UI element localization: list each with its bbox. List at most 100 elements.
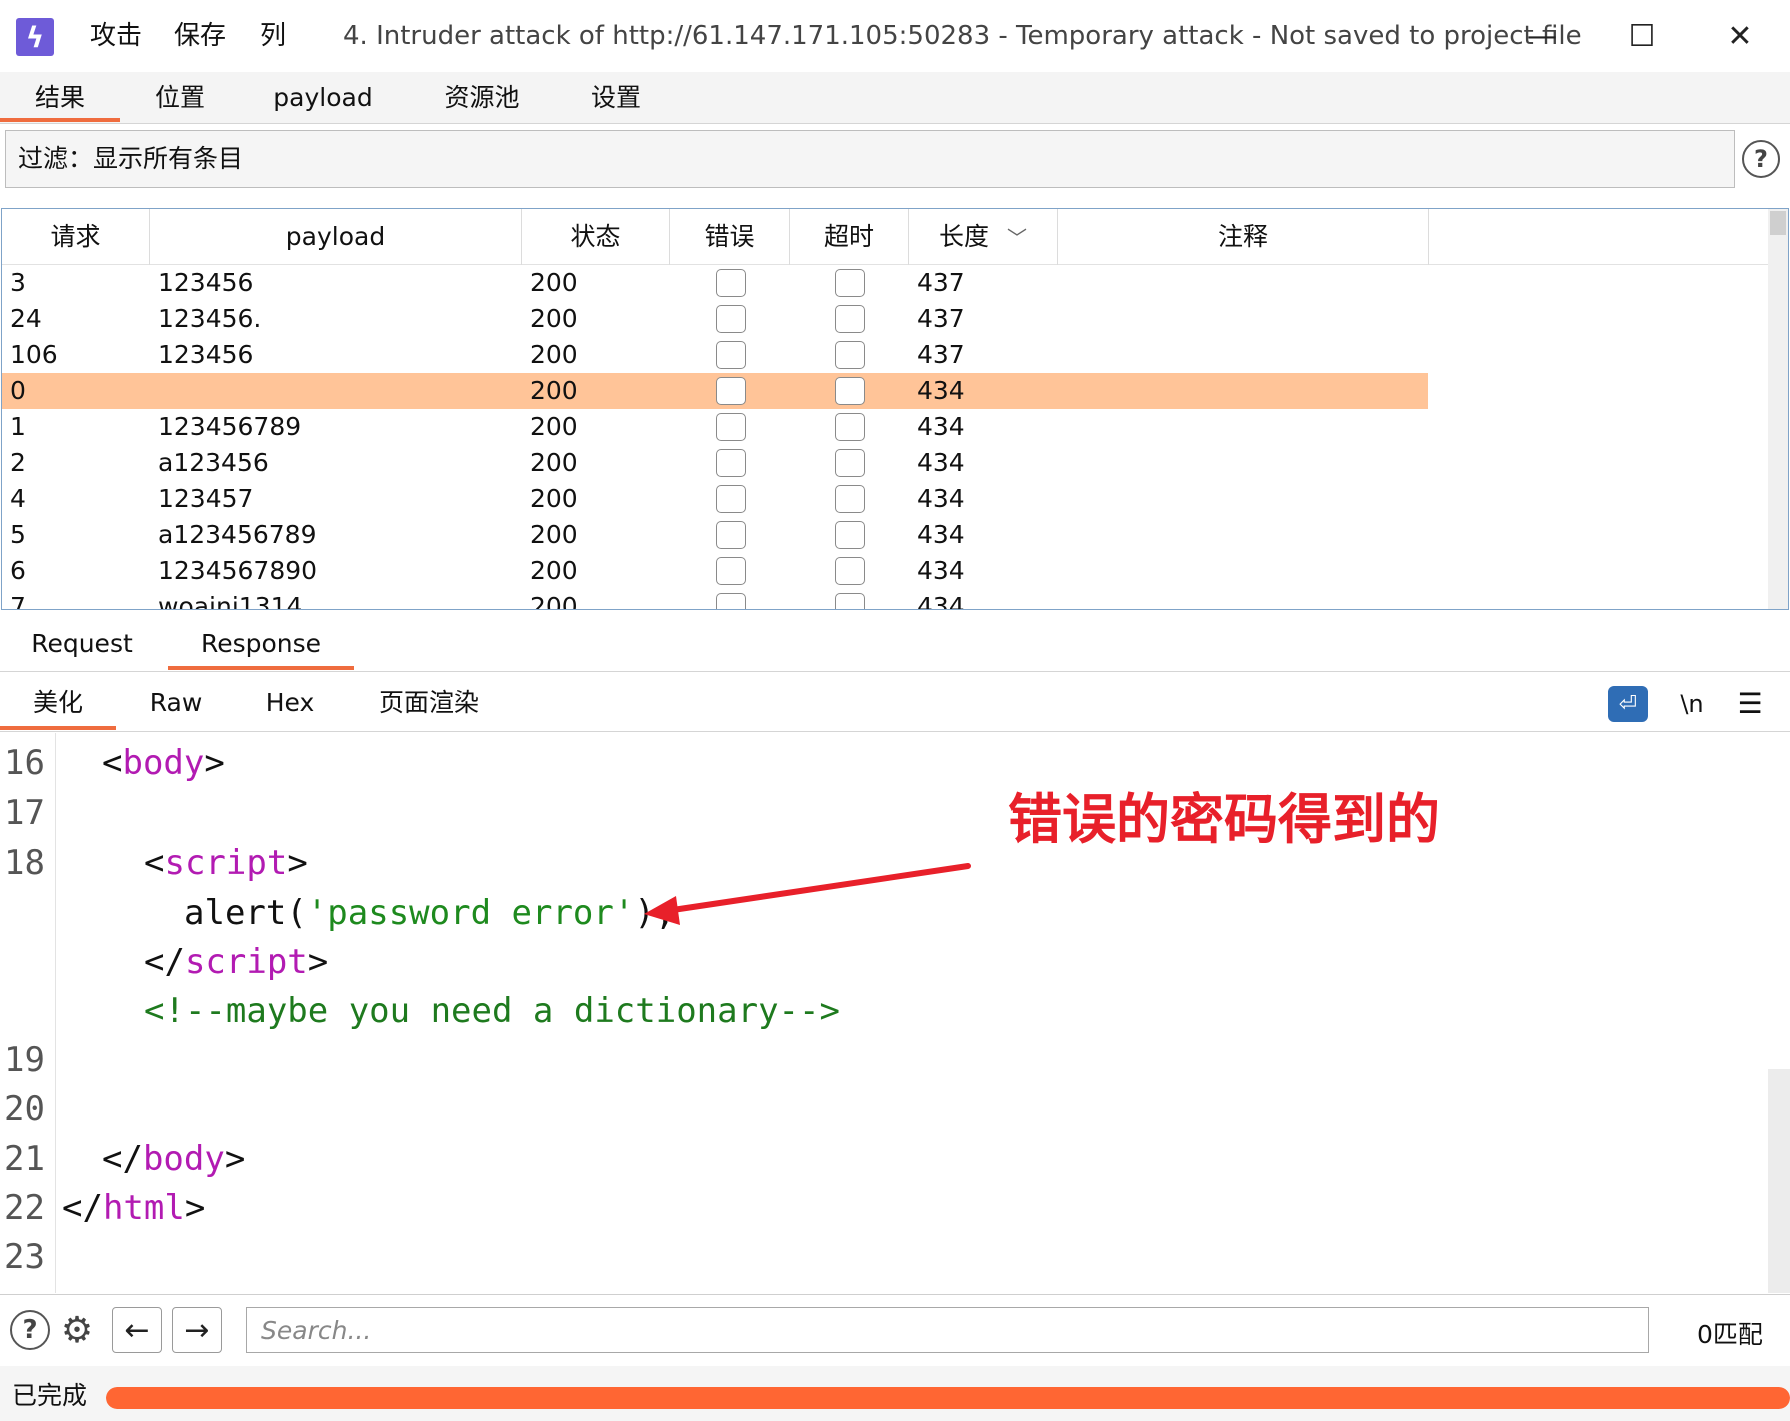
table-row[interactable]: 0 200 434 <box>2 373 1428 409</box>
menu-columns[interactable]: 列 <box>260 18 286 54</box>
tab-render[interactable]: 页面渲染 <box>372 680 486 730</box>
table-row[interactable]: 24 123456. 200 437 <box>2 301 1428 337</box>
burp-logo-icon: ϟ <box>16 18 54 56</box>
cell-status: 200 <box>530 412 578 441</box>
column-header-error[interactable]: 错误 <box>670 209 790 265</box>
code-punct: </ <box>144 942 185 982</box>
tab-positions[interactable]: 位置 <box>130 78 230 122</box>
arrow-left-icon: ← <box>124 1312 150 1348</box>
table-scrollbar[interactable] <box>1768 209 1788 609</box>
tab-hex[interactable]: Hex <box>258 680 322 730</box>
timeout-checkbox[interactable] <box>835 485 865 513</box>
response-editor[interactable]: 16 17 18 19 20 21 22 23 <body> <script> … <box>0 733 1790 1293</box>
annotation-label: 错误的密码得到的 <box>1008 788 1440 851</box>
code-punct: < <box>144 843 165 883</box>
timeout-checkbox[interactable] <box>835 557 865 585</box>
timeout-checkbox[interactable] <box>835 377 865 405</box>
search-input[interactable] <box>246 1307 1649 1353</box>
timeout-checkbox[interactable] <box>835 269 865 297</box>
hamburger-menu-icon[interactable]: ☰ <box>1730 686 1770 722</box>
code-tag: script <box>184 942 308 982</box>
maximize-button[interactable]: ☐ <box>1612 14 1672 58</box>
table-row[interactable]: 1 123456789 200 434 <box>2 409 1428 445</box>
cell-length: 434 <box>917 484 965 513</box>
minimize-button[interactable]: — <box>1512 14 1572 58</box>
error-checkbox[interactable] <box>716 557 746 585</box>
cell-length: 437 <box>917 304 965 333</box>
table-row[interactable]: 6 1234567890 200 434 <box>2 553 1428 589</box>
line-number: 18 <box>4 843 45 883</box>
error-checkbox[interactable] <box>716 413 746 441</box>
cell-payload: a123456789 <box>158 520 317 549</box>
code-punct: > <box>307 942 329 982</box>
tab-results[interactable]: 结果 <box>0 78 120 122</box>
column-header-request[interactable]: 请求 <box>2 209 150 265</box>
column-header-timeout[interactable]: 超时 <box>790 209 909 265</box>
cell-status: 200 <box>530 340 578 369</box>
filter-bar[interactable]: 过滤：显示所有条目 <box>5 130 1735 188</box>
search-bar: ? ⚙ ← → 0匹配 <box>0 1294 1790 1364</box>
table-row[interactable]: 2 a123456 200 434 <box>2 445 1428 481</box>
close-button[interactable]: ✕ <box>1710 14 1770 58</box>
previous-match-button[interactable]: ← <box>112 1307 162 1353</box>
status-text: 已完成 <box>12 1381 88 1410</box>
tab-pretty[interactable]: 美化 <box>0 680 116 730</box>
show-newlines-button[interactable]: \n <box>1672 686 1712 722</box>
code-comment: <!--maybe you need a dictionary--> <box>144 991 840 1031</box>
timeout-checkbox[interactable] <box>835 413 865 441</box>
code-punct: </ <box>62 1188 103 1228</box>
tab-settings[interactable]: 设置 <box>568 78 664 122</box>
code-punct: > <box>184 1188 206 1228</box>
column-header-status[interactable]: 状态 <box>522 209 670 265</box>
timeout-checkbox[interactable] <box>835 593 865 609</box>
timeout-checkbox[interactable] <box>835 341 865 369</box>
editor-scrollbar[interactable] <box>1768 1069 1790 1293</box>
help-icon[interactable]: ? <box>1742 140 1780 178</box>
cell-length: 434 <box>917 556 965 585</box>
word-wrap-icon[interactable]: ⏎ <box>1608 686 1648 722</box>
cell-request: 3 <box>10 268 26 297</box>
view-tabs: 美化 Raw Hex 页面渲染 ⏎ \n ☰ <box>0 676 1790 732</box>
cell-payload <box>150 373 522 409</box>
menu-save[interactable]: 保存 <box>174 18 226 54</box>
tab-response[interactable]: Response <box>168 622 354 670</box>
menu-attack[interactable]: 攻击 <box>90 18 142 54</box>
cell-request: 106 <box>10 340 58 369</box>
table-row[interactable]: 106 123456 200 437 <box>2 337 1428 373</box>
timeout-checkbox[interactable] <box>835 521 865 549</box>
timeout-checkbox[interactable] <box>835 305 865 333</box>
progress-fill <box>106 1387 1790 1409</box>
tab-request[interactable]: Request <box>14 622 150 670</box>
column-header-length[interactable]: 长度 ﹀ <box>909 209 1058 265</box>
error-checkbox[interactable] <box>716 341 746 369</box>
tab-raw[interactable]: Raw <box>140 680 212 730</box>
error-checkbox[interactable] <box>716 449 746 477</box>
code-line: alert('password error'); <box>184 893 675 933</box>
error-checkbox[interactable] <box>716 485 746 513</box>
table-row[interactable]: 7 woaini1314 200 434 <box>2 589 1428 609</box>
status-bar: 已完成 <box>0 1366 1790 1421</box>
cell-payload: 123456 <box>158 268 254 297</box>
table-row[interactable]: 4 123457 200 434 <box>2 481 1428 517</box>
tab-resource-pool[interactable]: 资源池 <box>430 78 534 122</box>
error-checkbox[interactable] <box>716 377 746 405</box>
cell-comment <box>1058 373 1429 409</box>
error-checkbox[interactable] <box>716 521 746 549</box>
tab-payloads[interactable]: payload <box>262 78 384 122</box>
code-string: 'password error' <box>306 893 635 933</box>
error-checkbox[interactable] <box>716 593 746 609</box>
next-match-button[interactable]: → <box>172 1307 222 1353</box>
table-row[interactable]: 3 123456 200 437 <box>2 265 1428 301</box>
column-header-payload[interactable]: payload <box>150 209 522 265</box>
help-icon[interactable]: ? <box>10 1310 50 1350</box>
table-scroll-thumb[interactable] <box>1770 211 1786 235</box>
gear-icon[interactable]: ⚙ <box>56 1309 98 1351</box>
cell-payload: 1234567890 <box>158 556 318 585</box>
error-checkbox[interactable] <box>716 305 746 333</box>
table-row[interactable]: 5 a123456789 200 434 <box>2 517 1428 553</box>
error-checkbox[interactable] <box>716 269 746 297</box>
code-text: ); <box>634 893 676 933</box>
column-header-comment[interactable]: 注释 <box>1058 209 1429 265</box>
code-punct: </ <box>102 1139 143 1179</box>
timeout-checkbox[interactable] <box>835 449 865 477</box>
